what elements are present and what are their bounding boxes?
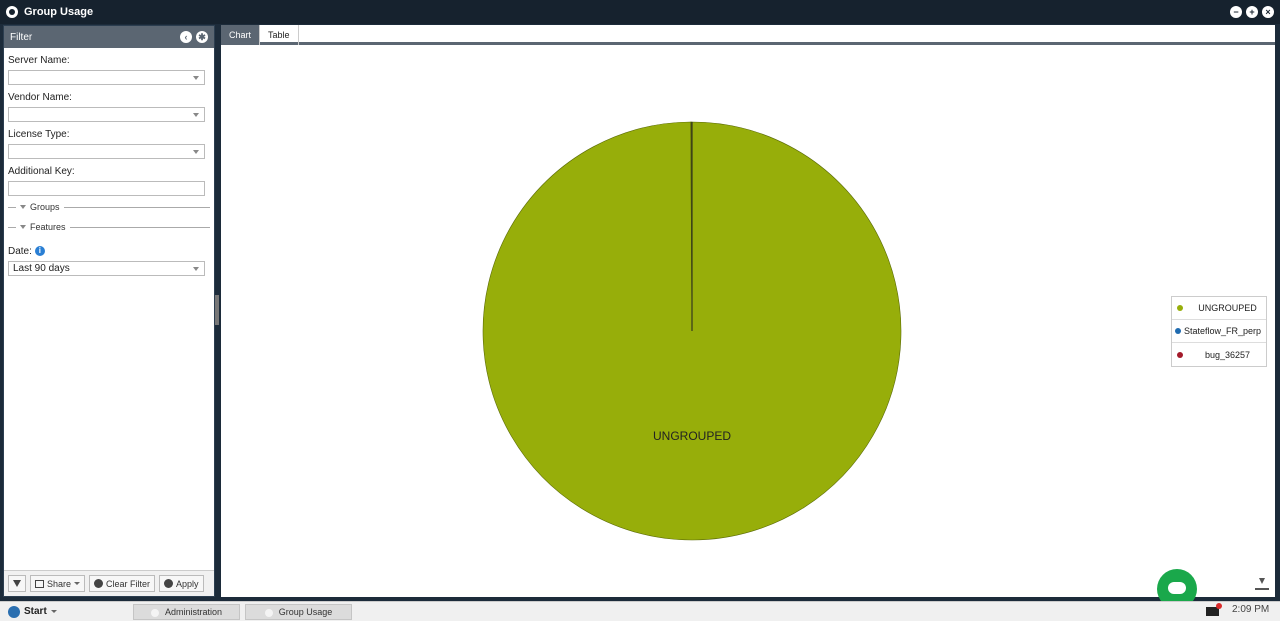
features-section-toggle[interactable]: Features [8, 222, 210, 232]
notification-badge [1216, 603, 1222, 609]
filter-header: Filter ‹ ✱ [4, 26, 214, 48]
legend-dot [1175, 328, 1181, 334]
chart-legend: UNGROUPED Stateflow_FR_perp bug_36257 [1171, 296, 1267, 367]
server-name-label: Server Name: [8, 55, 70, 66]
legend-item-stateflow[interactable]: Stateflow_FR_perp [1172, 320, 1266, 343]
chevron-down-icon [193, 267, 199, 271]
title-bar: Group Usage − + × [0, 0, 1280, 24]
close-icon[interactable]: × [1262, 6, 1274, 18]
clear-icon [94, 579, 104, 588]
clock: 2:09 PM [1232, 604, 1270, 615]
additional-key-input[interactable] [8, 181, 205, 196]
pie-chart: UNGROUPED [482, 121, 902, 541]
info-icon[interactable]: i [34, 246, 45, 257]
gear-icon[interactable]: ✱ [196, 31, 208, 43]
license-type-label: License Type: [8, 129, 70, 140]
groups-section-toggle[interactable]: Groups [8, 202, 210, 212]
tab-chart[interactable]: Chart [221, 25, 261, 45]
legend-item-ungrouped[interactable]: UNGROUPED [1172, 297, 1266, 320]
date-select[interactable]: Last 90 days [8, 261, 205, 276]
taskbar-item-administration[interactable]: Administration [133, 604, 240, 620]
legend-item-bug[interactable]: bug_36257 [1172, 343, 1266, 366]
chevron-down-icon [193, 76, 199, 80]
share-button[interactable]: Share [30, 575, 86, 592]
chevron-down-icon [193, 150, 199, 154]
taskbar-item-group-usage[interactable]: Group Usage [245, 604, 352, 620]
download-icon[interactable] [1255, 578, 1269, 590]
filter-footer: Share Clear Filter Apply [4, 570, 214, 596]
pie-slice-label: UNGROUPED [653, 429, 731, 443]
filter-title: Filter [10, 31, 33, 43]
app-logo-icon [8, 605, 20, 618]
maximize-icon[interactable]: + [1246, 6, 1258, 18]
check-icon [164, 579, 174, 588]
filter-icon [13, 580, 21, 587]
additional-key-label: Additional Key: [8, 166, 75, 177]
main-panel: Chart Table UNGROUPED UNGROUPED Stateflo… [221, 25, 1275, 597]
chevron-down-icon [193, 113, 199, 117]
share-icon [35, 579, 44, 588]
legend-dot [1177, 305, 1183, 311]
tab-bar: Chart Table [221, 25, 1275, 45]
app-logo-icon [6, 6, 18, 18]
filter-toggle-button[interactable] [8, 575, 26, 592]
taskbar: Start Administration Group Usage 2:09 PM [0, 601, 1280, 621]
legend-dot [1177, 351, 1183, 358]
window-title: Group Usage [24, 6, 94, 18]
vendor-name-select[interactable] [8, 107, 205, 122]
chevron-down-icon [20, 205, 26, 209]
server-name-select[interactable] [8, 70, 205, 85]
panel-splitter-handle[interactable] [215, 295, 219, 325]
tab-table[interactable]: Table [260, 25, 299, 45]
collapse-icon[interactable]: ‹ [180, 31, 192, 43]
apply-button[interactable]: Apply [159, 575, 204, 592]
chevron-down-icon [74, 582, 81, 585]
start-button[interactable]: Start [0, 603, 65, 621]
vendor-name-label: Vendor Name: [8, 92, 72, 103]
chevron-down-icon [50, 610, 57, 613]
chart-area: UNGROUPED UNGROUPED Stateflow_FR_perp bu… [221, 45, 1275, 594]
chevron-down-icon [20, 225, 26, 229]
clear-filter-button[interactable]: Clear Filter [89, 575, 156, 592]
license-type-select[interactable] [8, 144, 205, 159]
date-label: Date: [8, 246, 32, 257]
minimize-icon[interactable]: − [1230, 6, 1242, 18]
window-controls: − + × [1230, 6, 1274, 18]
filter-panel: Filter ‹ ✱ Server Name: Vendor Name: Lic… [3, 25, 215, 597]
